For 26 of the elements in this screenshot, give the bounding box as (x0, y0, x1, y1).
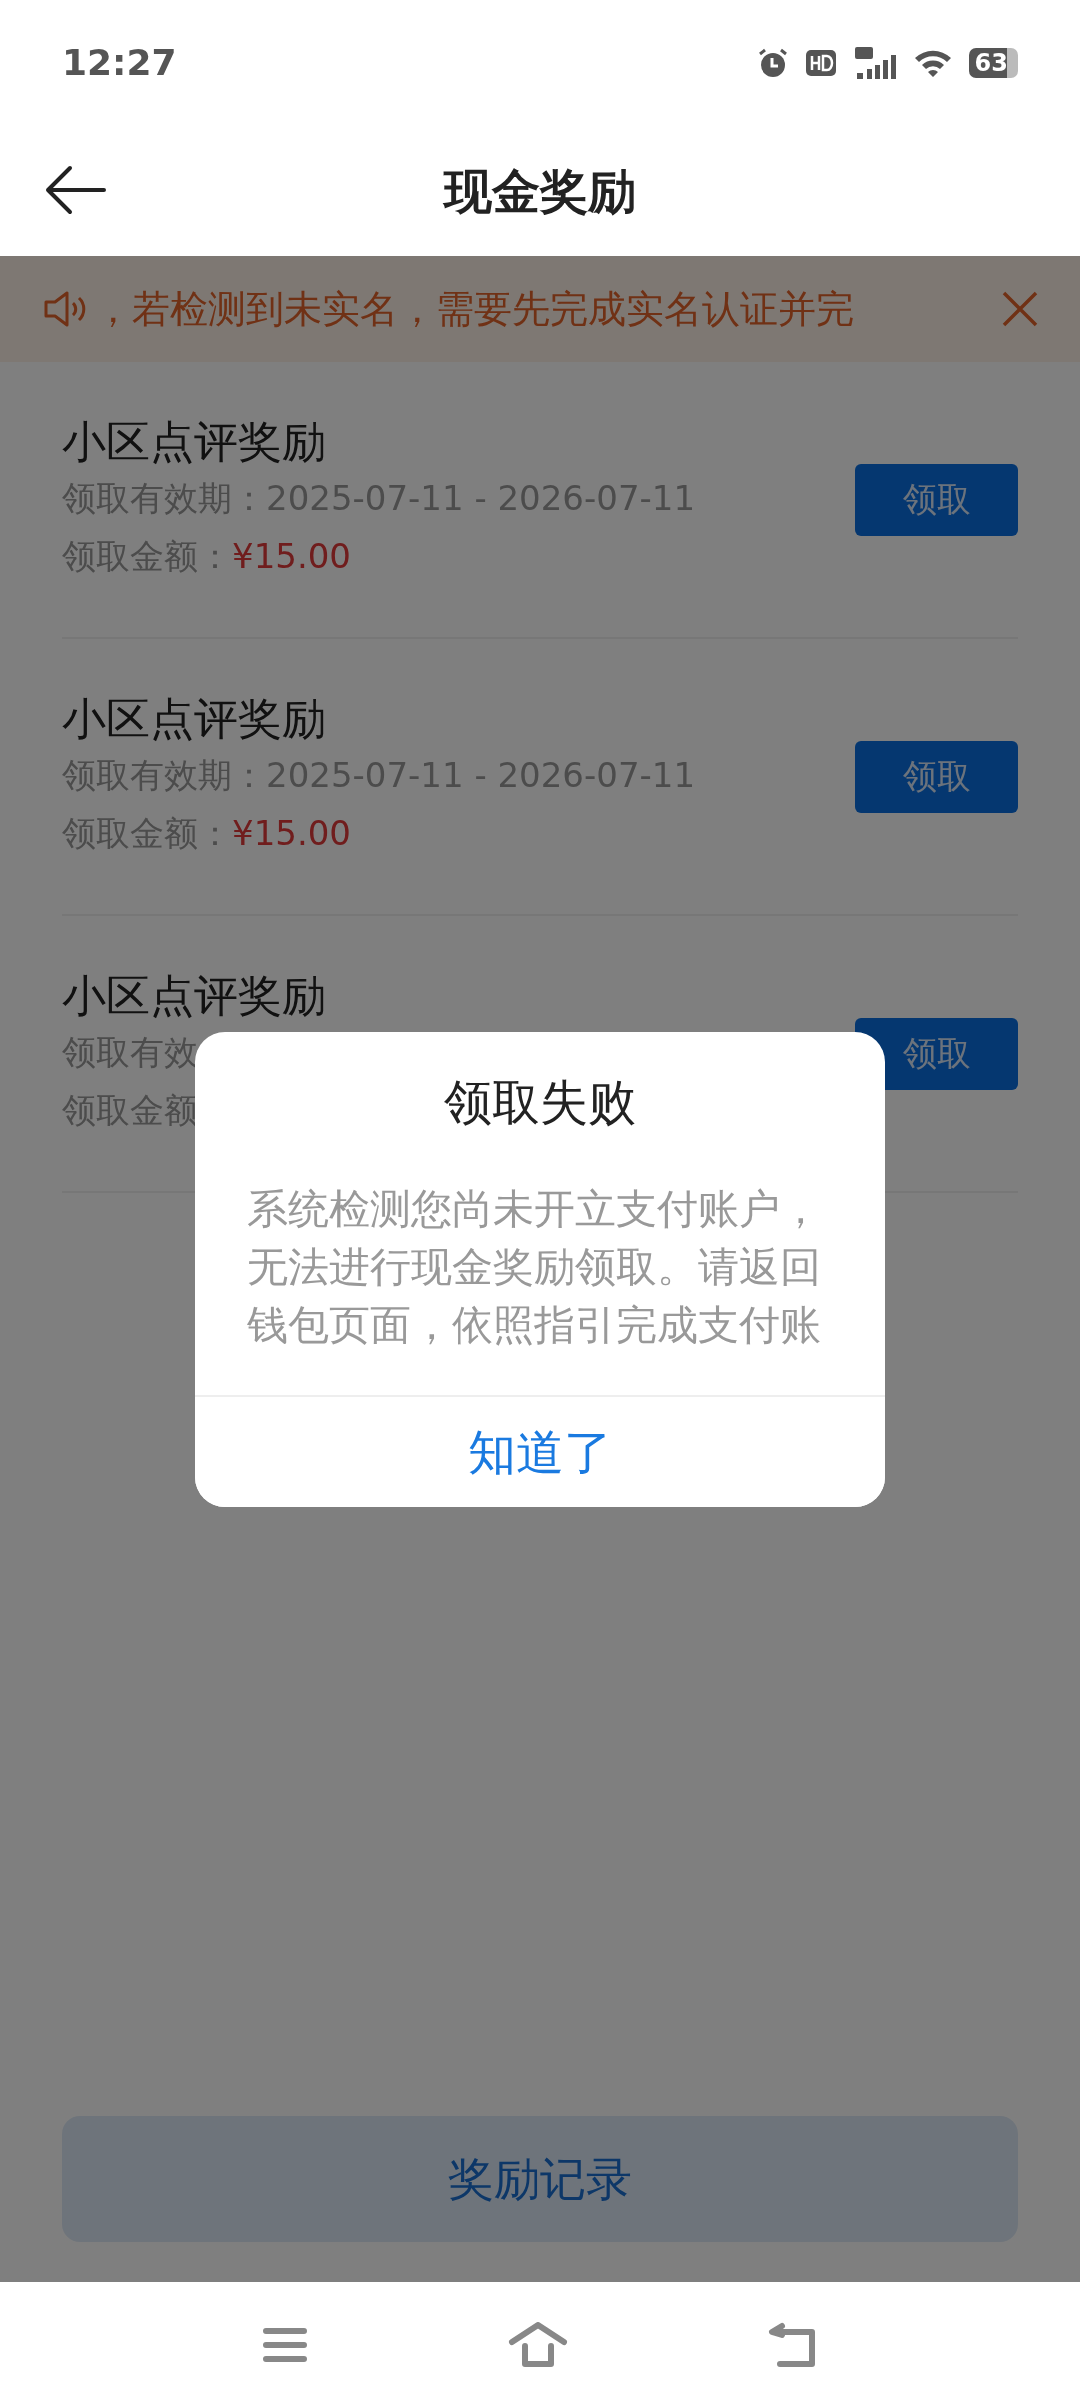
dialog-ok-button[interactable]: 知道了 (195, 1395, 885, 1507)
claim-button[interactable]: 领取 (855, 463, 1018, 536)
dialog-message-line: 系统检测您尚未开立支付账户， (247, 1184, 822, 1235)
notice-text: ，若检测到未实名，需要先完成实名认证并完 (94, 285, 855, 333)
close-icon (1000, 289, 1040, 329)
home-icon[interactable] (508, 2322, 568, 2368)
dialog-title: 领取失败 (443, 1073, 637, 1132)
back-nav-icon[interactable] (768, 2322, 818, 2368)
dialog-message-line: 钱包页面，依照指引完成支付账 (247, 1300, 822, 1351)
amount-value: ¥15.00 (232, 536, 351, 577)
reward-records-button[interactable]: 奖励记录 (62, 2116, 1018, 2242)
claim-button[interactable]: 领取 (855, 740, 1018, 813)
reward-title: 小区点评奖励 (62, 692, 327, 747)
back-arrow-icon (44, 165, 106, 215)
close-button[interactable] (1000, 289, 1040, 329)
reward-title: 小区点评奖励 (62, 969, 326, 1024)
back-button[interactable] (44, 165, 106, 215)
cellular-signal-icon (852, 44, 897, 81)
battery-level: 63 (974, 47, 1008, 79)
menu-icon[interactable] (262, 2325, 308, 2365)
dialog-message-line: 无法进行现金奖励领取。请返回 (247, 1242, 822, 1293)
page-title: 现金奖励 (444, 161, 636, 221)
status-time: 12:27 (62, 40, 177, 85)
reward-title: 小区点评奖励 (62, 415, 327, 470)
amount-value: ¥15.00 (232, 813, 351, 854)
alarm-icon (756, 46, 789, 79)
